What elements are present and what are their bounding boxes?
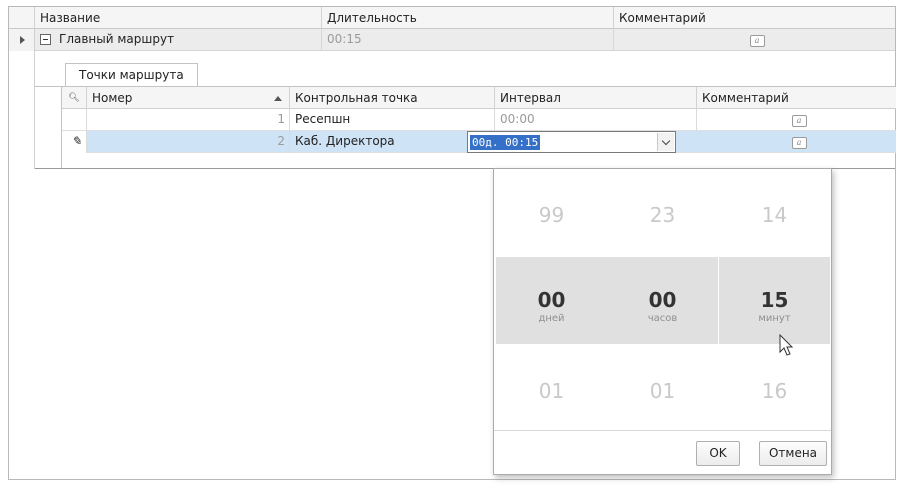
minutes-prev[interactable]: 14: [719, 203, 830, 227]
hours-next[interactable]: 01: [607, 379, 718, 403]
column-header-number[interactable]: Номер: [87, 87, 290, 109]
tab-route-points[interactable]: Точки маршрута: [65, 63, 198, 87]
column-header-comment[interactable]: Комментарий: [697, 87, 896, 109]
column-header-interval[interactable]: Интервал: [495, 87, 697, 109]
ok-button[interactable]: OK: [696, 441, 740, 466]
mouse-pointer-icon: [779, 334, 794, 356]
current-row-icon: [20, 36, 25, 44]
detail-header: 🔍︎ Номер Контрольная точка Интервал Комм…: [62, 87, 896, 109]
memo-icon[interactable]: a: [749, 35, 765, 47]
minutes-value: 15: [760, 288, 789, 312]
hours-value: 00: [648, 288, 677, 312]
interval-editor-value[interactable]: 00д. 00:15: [470, 135, 541, 150]
column-header-checkpoint[interactable]: Контрольная точка: [290, 87, 495, 109]
days-current[interactable]: 00 дней: [496, 257, 607, 344]
column-header-number-label: Номер: [92, 91, 133, 105]
number-cell[interactable]: 2: [87, 131, 290, 153]
cancel-button[interactable]: Отмена: [759, 441, 827, 466]
days-prev[interactable]: 99: [496, 203, 607, 227]
comment-cell[interactable]: a: [697, 131, 896, 153]
detail-grid: 🔍︎ Номер Контрольная точка Интервал Комм…: [61, 87, 896, 168]
memo-icon[interactable]: a: [791, 137, 807, 149]
days-next[interactable]: 01: [496, 379, 607, 403]
detail-gutter: [9, 51, 35, 169]
hours-current[interactable]: 00 часов: [607, 257, 718, 344]
picker-footer: OK Отмена: [494, 430, 831, 474]
time-picker-popup: 99 00 дней 01 23 00 часов 01 14 15 минут…: [493, 168, 832, 475]
days-value: 00: [537, 288, 566, 312]
route-duration-cell[interactable]: 00:15: [322, 29, 614, 51]
checkpoint-cell[interactable]: Каб. Директора: [290, 131, 495, 153]
column-header-comment[interactable]: Комментарий: [614, 7, 895, 29]
column-header-name[interactable]: Название: [35, 7, 322, 29]
row-indicator: [9, 29, 35, 51]
search-icon[interactable]: 🔍︎: [62, 87, 87, 109]
table-row[interactable]: 1 Ресепшн 00:00 a: [62, 109, 896, 131]
interval-cell[interactable]: 00:00: [495, 109, 697, 131]
detail-panel: Точки маршрута 🔍︎ Номер Контрольная точк…: [35, 51, 896, 169]
days-column[interactable]: 99 00 дней 01: [496, 169, 607, 429]
indicator-header: [9, 7, 35, 29]
hours-column[interactable]: 23 00 часов 01: [607, 169, 718, 429]
memo-icon[interactable]: a: [791, 115, 807, 127]
minutes-column[interactable]: 14 15 минут 16: [719, 169, 830, 429]
collapse-icon[interactable]: [40, 34, 51, 45]
minutes-unit: минут: [758, 313, 791, 324]
edit-pencil-icon: ✎: [62, 131, 87, 153]
minutes-next[interactable]: 16: [719, 379, 830, 403]
master-row[interactable]: Главный маршрут 00:15 a: [9, 29, 895, 51]
master-header: Название Длительность Комментарий: [9, 7, 895, 29]
minutes-current[interactable]: 15 минут: [719, 257, 830, 344]
column-header-duration[interactable]: Длительность: [322, 7, 614, 29]
hours-prev[interactable]: 23: [607, 203, 718, 227]
hours-unit: часов: [647, 313, 678, 324]
number-cell[interactable]: 1: [87, 109, 290, 131]
interval-editor[interactable]: 00д. 00:15: [467, 131, 676, 153]
days-unit: дней: [538, 313, 565, 324]
row-indicator: [62, 109, 87, 131]
route-name-cell[interactable]: Главный маршрут: [54, 29, 322, 51]
comment-cell[interactable]: a: [697, 109, 896, 131]
route-comment-cell[interactable]: a: [614, 29, 895, 51]
sort-ascending-icon: [274, 96, 282, 101]
table-row-selected[interactable]: ✎ 2 Каб. Директора 00д. 00:15 a: [62, 131, 896, 153]
chevron-down-icon[interactable]: [657, 133, 674, 151]
checkpoint-cell[interactable]: Ресепшн: [290, 109, 495, 131]
